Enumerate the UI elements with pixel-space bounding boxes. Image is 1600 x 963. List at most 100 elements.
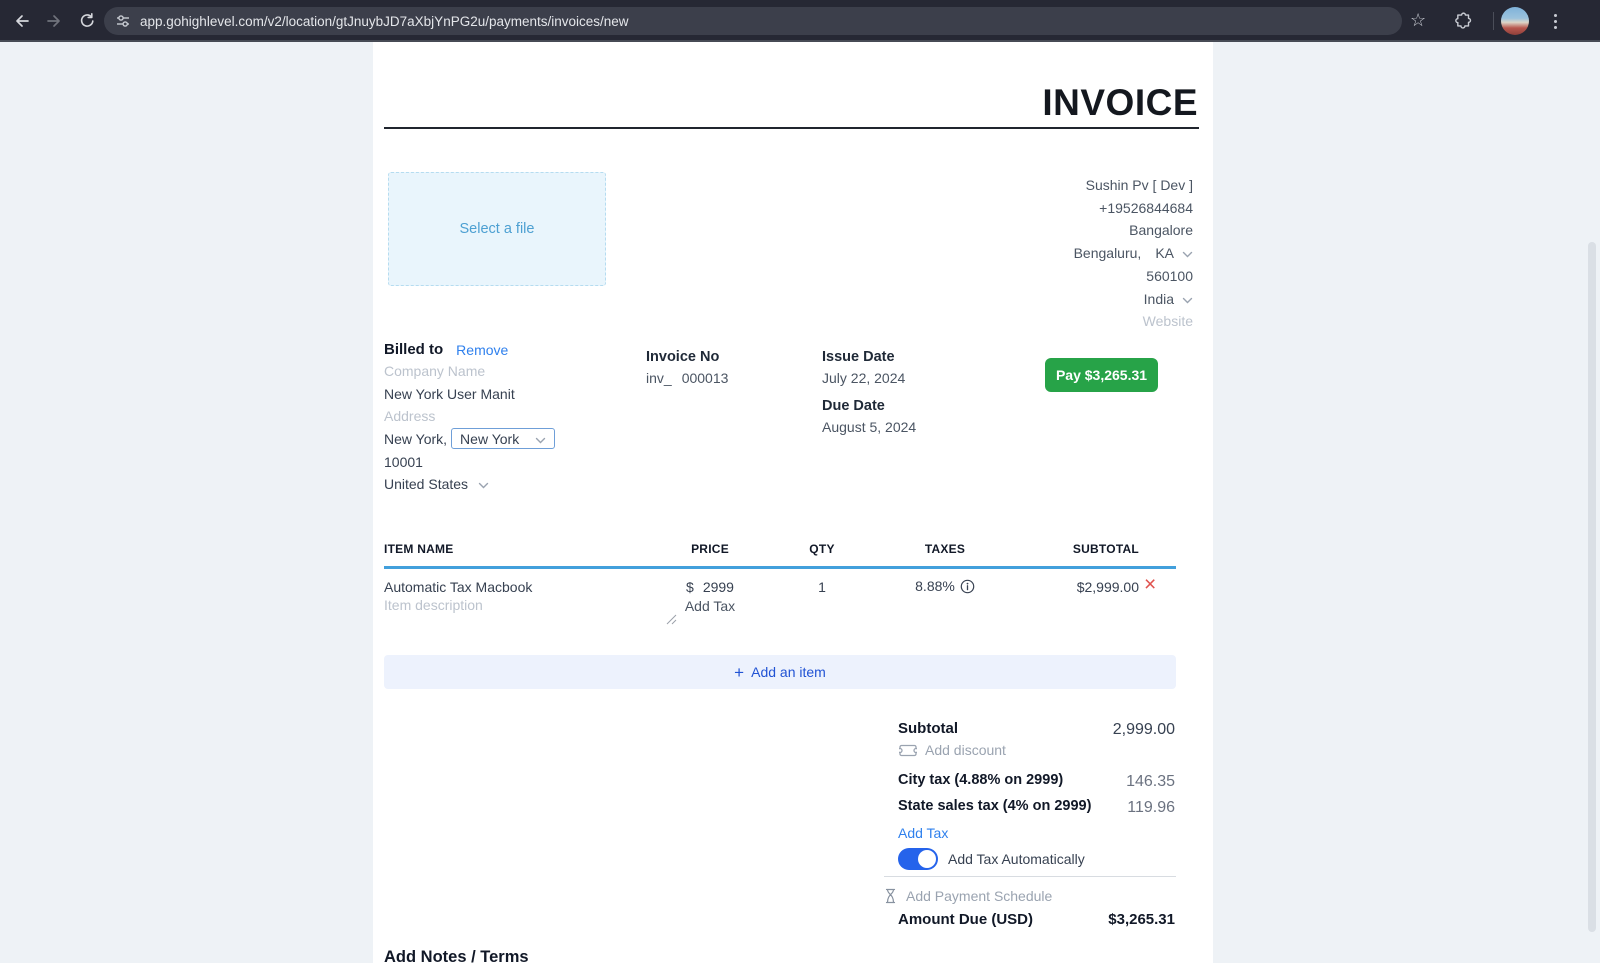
business-country[interactable]: India bbox=[1144, 288, 1174, 311]
forward-icon[interactable] bbox=[44, 11, 64, 31]
pay-button[interactable]: Pay $3,265.31 bbox=[1045, 358, 1158, 392]
invoice-no-prefix: inv_ bbox=[646, 370, 672, 386]
billed-to-header: Billed to Remove bbox=[384, 341, 508, 358]
billed-to-label: Billed to bbox=[384, 341, 443, 358]
billed-postal[interactable]: 10001 bbox=[384, 454, 423, 470]
reload-icon[interactable] bbox=[77, 11, 97, 31]
col-header-item-name: ITEM NAME bbox=[384, 542, 454, 556]
item-name-field[interactable]: Automatic Tax Macbook bbox=[384, 579, 532, 595]
subtotal-value: 2,999.00 bbox=[1113, 721, 1175, 739]
chevron-down-icon bbox=[478, 476, 489, 492]
add-item-button[interactable]: + Add an item bbox=[384, 655, 1176, 689]
tax-row-value: 119.96 bbox=[1127, 799, 1175, 817]
billed-state-select[interactable]: New York bbox=[451, 428, 555, 449]
item-subtotal-value: $2,999.00 bbox=[1019, 579, 1139, 595]
screen: app.gohighlevel.com/v2/location/gtJnuybJ… bbox=[0, 0, 1600, 963]
business-city-state[interactable]: Bengaluru, KA bbox=[1074, 242, 1193, 265]
auto-tax-row: Add Tax Automatically bbox=[898, 848, 1085, 870]
auto-tax-toggle[interactable] bbox=[898, 848, 938, 870]
chevron-down-icon[interactable] bbox=[1182, 288, 1193, 311]
resize-grip-icon[interactable] bbox=[665, 612, 677, 630]
totals-divider bbox=[884, 876, 1176, 877]
chevron-down-icon bbox=[535, 431, 546, 447]
add-discount-label: Add discount bbox=[925, 742, 1006, 758]
discount-ticket-icon bbox=[899, 744, 917, 757]
invoice-number-section: Invoice No inv_ 000013 bbox=[646, 349, 728, 386]
scrollbar-thumb[interactable] bbox=[1588, 242, 1596, 932]
due-date-label: Due Date bbox=[822, 398, 916, 414]
url-text: app.gohighlevel.com/v2/location/gtJnuybJ… bbox=[140, 14, 629, 29]
toolbar-divider bbox=[1493, 12, 1494, 30]
item-price-value[interactable]: 2999 bbox=[703, 579, 734, 595]
invoice-no-label: Invoice No bbox=[646, 349, 728, 365]
browser-toolbar: app.gohighlevel.com/v2/location/gtJnuybJ… bbox=[0, 0, 1600, 42]
browser-menu-icon[interactable] bbox=[1546, 11, 1564, 31]
billed-company-input[interactable] bbox=[384, 363, 604, 379]
business-city[interactable]: Bengaluru, bbox=[1074, 242, 1142, 265]
col-header-subtotal: SUBTOTAL bbox=[1019, 542, 1139, 556]
add-discount-button[interactable]: Add discount bbox=[899, 742, 1006, 758]
tax-row-value: 146.35 bbox=[1126, 773, 1175, 791]
tax-row-label: State sales tax (4% on 2999) bbox=[898, 798, 1091, 814]
address-bar[interactable]: app.gohighlevel.com/v2/location/gtJnuybJ… bbox=[104, 7, 1402, 35]
billed-name-row bbox=[384, 386, 604, 402]
item-qty-field[interactable]: 1 bbox=[782, 579, 862, 595]
remove-contact-link[interactable]: Remove bbox=[456, 342, 508, 358]
billed-country-row[interactable]: United States bbox=[384, 476, 489, 492]
title-divider bbox=[384, 127, 1199, 129]
due-date-value[interactable]: August 5, 2024 bbox=[822, 419, 916, 435]
site-info-icon[interactable] bbox=[116, 14, 130, 28]
add-payment-schedule-button[interactable]: Add Payment Schedule bbox=[884, 888, 1052, 904]
hourglass-icon bbox=[884, 888, 897, 904]
add-item-label: Add an item bbox=[751, 664, 826, 680]
billed-city-state-row: New York, New York bbox=[384, 428, 555, 449]
billed-state-value: New York bbox=[460, 431, 519, 447]
billed-country: United States bbox=[384, 476, 468, 492]
plus-icon: + bbox=[734, 664, 744, 681]
business-website-field[interactable]: Website bbox=[1074, 310, 1193, 333]
bookmark-star-icon[interactable]: ☆ bbox=[1410, 9, 1426, 31]
page-background: INVOICE Select a file Sushin Pv [ Dev ] … bbox=[0, 42, 1600, 963]
item-tax-rate[interactable]: 8.88% bbox=[915, 578, 955, 594]
auto-tax-label: Add Tax Automatically bbox=[948, 851, 1085, 867]
billed-to-section: Billed to Remove New York, New York bbox=[384, 341, 644, 511]
issue-date-label: Issue Date bbox=[822, 349, 916, 365]
payment-schedule-label: Add Payment Schedule bbox=[906, 888, 1052, 904]
business-country-row[interactable]: India bbox=[1074, 288, 1193, 311]
col-header-taxes: TAXES bbox=[875, 542, 1015, 556]
delete-item-icon[interactable]: × bbox=[1144, 573, 1156, 597]
subtotal-label: Subtotal bbox=[898, 720, 958, 737]
add-tax-link[interactable]: Add Tax bbox=[898, 825, 948, 841]
item-price-field[interactable]: $2999 bbox=[660, 579, 760, 595]
upload-label: Select a file bbox=[460, 221, 535, 237]
invoice-no-value[interactable]: inv_ 000013 bbox=[646, 370, 728, 386]
item-description-input[interactable] bbox=[384, 597, 604, 613]
business-phone[interactable]: +19526844684 bbox=[1074, 197, 1193, 220]
table-header-rule bbox=[384, 566, 1176, 569]
billed-city[interactable]: New York, bbox=[384, 431, 447, 447]
business-address[interactable]: Bangalore bbox=[1074, 219, 1193, 242]
invoice-card: INVOICE Select a file Sushin Pv [ Dev ] … bbox=[373, 42, 1213, 963]
invoice-title: INVOICE bbox=[1042, 82, 1198, 124]
logo-upload-dropzone[interactable]: Select a file bbox=[388, 172, 606, 286]
issue-date-value[interactable]: July 22, 2024 bbox=[822, 370, 916, 386]
business-name[interactable]: Sushin Pv [ Dev ] bbox=[1074, 174, 1193, 197]
invoice-no-number[interactable]: 000013 bbox=[682, 370, 729, 386]
billed-address-row bbox=[384, 408, 604, 424]
item-tax-cell[interactable]: 8.88% bbox=[875, 578, 1015, 594]
chevron-down-icon[interactable] bbox=[1182, 242, 1193, 265]
notes-terms-label[interactable]: Add Notes / Terms bbox=[384, 948, 529, 963]
business-postal[interactable]: 560100 bbox=[1074, 265, 1193, 288]
col-header-qty: QTY bbox=[782, 542, 862, 556]
billed-name-input[interactable] bbox=[384, 386, 604, 402]
info-icon[interactable] bbox=[960, 579, 975, 594]
billed-company-row bbox=[384, 363, 604, 379]
billed-postal-row: 10001 bbox=[384, 454, 423, 470]
profile-avatar[interactable] bbox=[1501, 7, 1529, 35]
extensions-icon[interactable] bbox=[1455, 12, 1472, 34]
billed-address-input[interactable] bbox=[384, 408, 604, 424]
back-icon[interactable] bbox=[12, 11, 32, 31]
tax-row-label: City tax (4.88% on 2999) bbox=[898, 772, 1063, 788]
business-info: Sushin Pv [ Dev ] +19526844684 Bangalore… bbox=[1074, 174, 1193, 333]
business-state[interactable]: KA bbox=[1155, 242, 1174, 265]
